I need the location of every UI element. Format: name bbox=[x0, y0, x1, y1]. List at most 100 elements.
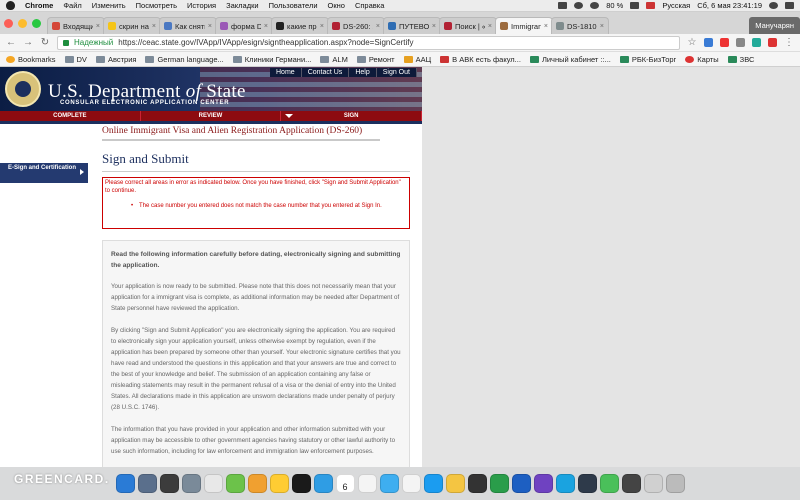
dock-app-icon[interactable] bbox=[357, 474, 377, 493]
extension-icon[interactable] bbox=[752, 38, 761, 47]
url-input[interactable]: Надежный https://ceac.state.gov/IVApp/IV… bbox=[57, 35, 680, 50]
dock-app-icon[interactable] bbox=[577, 474, 597, 493]
search-icon[interactable] bbox=[769, 2, 778, 9]
bookmark-item[interactable]: German language... bbox=[145, 55, 224, 64]
dock-app-icon[interactable] bbox=[115, 474, 135, 493]
close-window-button[interactable] bbox=[4, 18, 13, 28]
bookmark-item[interactable]: ЗВС bbox=[727, 55, 754, 64]
browser-tab[interactable]: Поиск | «Гр× bbox=[439, 17, 497, 34]
sign-out-link[interactable]: Sign Out bbox=[377, 68, 417, 77]
sidebar-item-esign[interactable]: E-Sign and Certification bbox=[0, 163, 88, 183]
dock-app-icon[interactable] bbox=[511, 474, 531, 493]
dock-app-icon[interactable] bbox=[313, 474, 333, 493]
dock-app-icon[interactable] bbox=[269, 474, 289, 493]
status-app-icon[interactable] bbox=[558, 2, 568, 9]
bookmark-item[interactable]: В АВК есть факул... bbox=[440, 55, 521, 64]
menu-view[interactable]: Посмотреть bbox=[136, 1, 177, 10]
bookmark-item[interactable]: Клиники Германи... bbox=[232, 55, 311, 64]
dock-app-icon[interactable] bbox=[159, 474, 179, 493]
dock-app-icon[interactable] bbox=[643, 474, 663, 493]
apple-icon[interactable] bbox=[6, 1, 15, 10]
calendar-icon[interactable]: 6 bbox=[335, 474, 355, 493]
menu-window[interactable]: Окно bbox=[328, 1, 345, 10]
dock-app-icon[interactable] bbox=[137, 474, 157, 493]
dock-app-icon[interactable] bbox=[621, 474, 641, 493]
menu-history[interactable]: История bbox=[187, 1, 216, 10]
battery-icon[interactable] bbox=[630, 2, 640, 9]
close-tab-icon[interactable]: × bbox=[320, 23, 324, 30]
dock-app-icon[interactable] bbox=[555, 474, 575, 493]
dock-app-icon[interactable] bbox=[225, 474, 245, 493]
bookmark-item[interactable]: Личный кабинет ::... bbox=[529, 55, 611, 64]
forward-icon[interactable]: → bbox=[23, 37, 33, 48]
browser-tab[interactable]: Как снять в× bbox=[159, 17, 217, 34]
notification-center-icon[interactable] bbox=[785, 2, 794, 9]
profile-button[interactable]: Манучарян bbox=[749, 17, 800, 34]
reload-icon[interactable]: ↻ bbox=[40, 37, 50, 48]
dock-app-icon[interactable] bbox=[379, 474, 399, 493]
back-icon[interactable]: ← bbox=[6, 37, 16, 48]
close-tab-icon[interactable]: × bbox=[152, 23, 156, 30]
step-complete[interactable]: COMPLETE bbox=[0, 111, 141, 121]
dock-app-icon[interactable] bbox=[291, 474, 311, 493]
dock-app-icon[interactable] bbox=[445, 474, 465, 493]
clock[interactable]: Сб, 6 мая 23:41:19 bbox=[697, 1, 762, 10]
bookmark-item[interactable]: ALM bbox=[320, 55, 348, 64]
close-tab-icon[interactable]: × bbox=[432, 23, 436, 30]
menu-users[interactable]: Пользователи bbox=[269, 1, 318, 10]
dock-app-icon[interactable] bbox=[247, 474, 267, 493]
menu-edit[interactable]: Изменить bbox=[92, 1, 126, 10]
browser-tab[interactable]: форма DS-× bbox=[215, 17, 273, 34]
close-tab-icon[interactable]: × bbox=[376, 23, 380, 30]
browser-tab[interactable]: скрин на иммиг× bbox=[103, 17, 161, 34]
extension-icon[interactable] bbox=[720, 38, 729, 47]
bookmark-item[interactable]: РБК-БизТорг bbox=[619, 55, 676, 64]
extension-icon[interactable] bbox=[768, 38, 777, 47]
help-link[interactable]: Help bbox=[349, 68, 377, 77]
dock-app-icon[interactable] bbox=[401, 474, 421, 493]
close-tab-icon[interactable]: × bbox=[600, 23, 604, 30]
bookmark-item[interactable]: Карты bbox=[685, 55, 719, 64]
bookmark-item[interactable]: DV bbox=[64, 55, 87, 64]
close-tab-icon[interactable]: × bbox=[488, 23, 492, 30]
step-sign[interactable]: SIGN bbox=[281, 111, 422, 121]
dock-app-icon[interactable] bbox=[181, 474, 201, 493]
bookmark-star-icon[interactable]: ☆ bbox=[687, 37, 697, 48]
dock-app-icon[interactable] bbox=[489, 474, 509, 493]
dock-app-icon[interactable] bbox=[533, 474, 553, 493]
menu-app-name[interactable]: Chrome bbox=[25, 1, 53, 10]
dock-app-icon[interactable] bbox=[203, 474, 223, 493]
department-seal-icon[interactable] bbox=[5, 71, 41, 107]
close-tab-icon[interactable]: × bbox=[264, 23, 268, 30]
dock-app-icon[interactable] bbox=[467, 474, 487, 493]
extension-icon[interactable] bbox=[736, 38, 745, 47]
dock-app-icon[interactable] bbox=[599, 474, 619, 493]
dock-app-icon[interactable] bbox=[423, 474, 443, 493]
bookmark-item[interactable]: Австрия bbox=[95, 55, 136, 64]
browser-tab[interactable]: Immigrant V× bbox=[495, 17, 553, 34]
wifi-icon[interactable] bbox=[574, 2, 584, 9]
volume-icon[interactable] bbox=[590, 2, 600, 9]
browser-tab[interactable]: Входящие× bbox=[47, 17, 105, 34]
browser-tab[interactable]: какие проб× bbox=[271, 17, 329, 34]
zoom-window-button[interactable] bbox=[32, 18, 41, 28]
dock-app-icon[interactable] bbox=[665, 474, 685, 493]
bookmark-item[interactable]: ААЦ bbox=[403, 55, 431, 64]
minimize-window-button[interactable] bbox=[18, 18, 27, 28]
bookmark-item[interactable]: Ремонт bbox=[356, 55, 395, 64]
battery-percent[interactable]: 80 % bbox=[606, 1, 623, 10]
menu-dots-icon[interactable]: ⋮ bbox=[784, 37, 794, 48]
menu-file[interactable]: Файл bbox=[63, 1, 81, 10]
extension-icon[interactable] bbox=[704, 38, 713, 47]
menu-bookmarks[interactable]: Закладки bbox=[226, 1, 258, 10]
browser-tab[interactable]: DS-1810.pd× bbox=[551, 17, 609, 34]
home-link[interactable]: Home bbox=[270, 68, 302, 77]
flag-icon[interactable] bbox=[646, 2, 656, 9]
bookmark-item[interactable]: Bookmarks bbox=[6, 55, 56, 64]
step-review[interactable]: REVIEW bbox=[141, 111, 282, 121]
close-tab-icon[interactable]: × bbox=[208, 23, 212, 30]
browser-tab[interactable]: ПУТЕВОДИ× bbox=[383, 17, 441, 34]
input-language[interactable]: Русская bbox=[662, 1, 690, 10]
close-tab-icon[interactable]: × bbox=[544, 23, 548, 30]
browser-tab[interactable]: DS-260: зап× bbox=[327, 17, 385, 34]
